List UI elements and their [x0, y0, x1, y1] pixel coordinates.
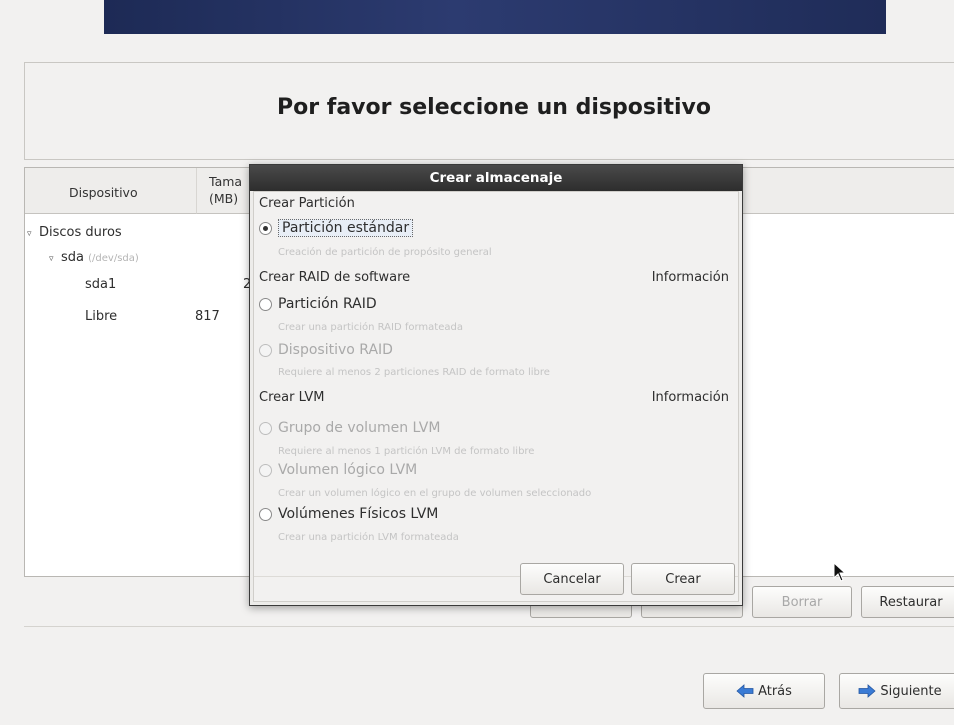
- next-button-label: Siguiente: [880, 683, 942, 699]
- radio-lvm-physical-volume-label: Volúmenes Físicos LVM: [278, 506, 439, 522]
- radio-lvm-volume-group-label: Grupo de volumen LVM: [278, 420, 441, 436]
- tree-row-free[interactable]: Libre: [85, 309, 117, 324]
- radio-standard-partition-label: Partición estándar: [278, 219, 414, 237]
- back-button[interactable]: Atrás: [703, 673, 825, 709]
- arrow-right-icon: [858, 684, 876, 698]
- radio-unselected-icon[interactable]: [259, 297, 272, 311]
- create-storage-dialog: Crear almacenaje Crear Partición Partici…: [249, 164, 743, 606]
- desc-raid-partition: Crear una partición RAID formateada: [278, 322, 463, 333]
- radio-lvm-logical-volume[interactable]: Volumen lógico LVM: [259, 462, 417, 478]
- header-banner: [104, 0, 886, 34]
- radio-disabled-icon[interactable]: [259, 343, 272, 357]
- mouse-pointer-icon: [833, 562, 847, 582]
- desc-lvm-physical-volume: Crear una partición LVM formateada: [278, 532, 459, 543]
- desc-lvm-logical-volume: Crear un volumen lógico en el grupo de v…: [278, 488, 592, 499]
- tree-row-hard-disks[interactable]: ▿ Discos duros: [27, 225, 122, 240]
- tree-label-free: Libre: [85, 309, 118, 324]
- arrow-left-icon: [736, 684, 754, 698]
- create-button[interactable]: Crear: [631, 563, 735, 595]
- section-create-partition: Crear Partición: [259, 196, 355, 211]
- radio-unselected-icon[interactable]: [259, 507, 272, 521]
- next-button[interactable]: Siguiente: [839, 673, 954, 709]
- create-button-label: Crear: [665, 571, 701, 587]
- desc-raid-device: Requiere al menos 2 particiones RAID de …: [278, 367, 550, 378]
- radio-lvm-physical-volume[interactable]: Volúmenes Físicos LVM: [259, 506, 438, 522]
- tree-size-free: 817: [195, 309, 220, 324]
- reset-button[interactable]: Restaurar: [861, 586, 954, 618]
- reset-button-label: Restaurar: [879, 594, 943, 610]
- title-panel: Por favor seleccione un dispositivo: [24, 62, 954, 160]
- radio-raid-partition[interactable]: Partición RAID: [259, 296, 377, 312]
- radio-disabled-icon[interactable]: [259, 463, 272, 477]
- radio-standard-partition[interactable]: Partición estándar: [259, 219, 414, 237]
- cancel-button-label: Cancelar: [543, 571, 601, 587]
- dialog-body: Crear Partición Partición estándar Creac…: [253, 191, 739, 602]
- tree-row-sda1[interactable]: sda1: [85, 277, 116, 292]
- column-header-size-label-1: Tama: [209, 174, 243, 189]
- tree-label-sda-path: (/dev/sda): [88, 253, 139, 264]
- size-value-free: 817: [195, 309, 220, 324]
- column-header-device-label: Dispositivo: [69, 185, 138, 200]
- page-title: Por favor seleccione un dispositivo: [277, 95, 711, 120]
- column-header-device[interactable]: Dispositivo: [25, 168, 197, 214]
- desc-lvm-volume-group: Requiere al menos 1 partición LVM de for…: [278, 446, 535, 457]
- delete-button[interactable]: Borrar: [752, 586, 852, 618]
- column-header-size-label-2: (MB): [209, 191, 239, 206]
- radio-raid-device[interactable]: Dispositivo RAID: [259, 342, 393, 358]
- lvm-info-button[interactable]: Información: [652, 390, 729, 405]
- triangle-down-icon[interactable]: ▿: [27, 229, 39, 239]
- tree-label-sda: sda: [61, 250, 84, 265]
- radio-disabled-icon[interactable]: [259, 421, 272, 435]
- radio-selected-icon[interactable]: [259, 221, 272, 235]
- radio-raid-device-label: Dispositivo RAID: [278, 342, 393, 358]
- radio-lvm-logical-volume-label: Volumen lógico LVM: [278, 462, 418, 478]
- back-button-label: Atrás: [758, 683, 792, 699]
- section-create-lvm: Crear LVM: [259, 390, 325, 405]
- tree-row-sda[interactable]: ▿ sda (/dev/sda): [49, 250, 139, 265]
- delete-button-label: Borrar: [781, 594, 823, 610]
- divider: [24, 626, 954, 627]
- desc-standard-partition: Creación de partición de propósito gener…: [278, 247, 492, 258]
- dialog-title: Crear almacenaje: [250, 165, 742, 191]
- section-create-raid: Crear RAID de software: [259, 270, 411, 285]
- raid-info-button[interactable]: Información: [652, 270, 729, 285]
- radio-lvm-volume-group[interactable]: Grupo de volumen LVM: [259, 420, 440, 436]
- triangle-down-icon[interactable]: ▿: [49, 254, 61, 264]
- tree-label-sda1: sda1: [85, 277, 117, 292]
- cancel-button[interactable]: Cancelar: [520, 563, 624, 595]
- tree-label-hard-disks: Discos duros: [39, 225, 122, 240]
- radio-raid-partition-label: Partición RAID: [278, 296, 377, 312]
